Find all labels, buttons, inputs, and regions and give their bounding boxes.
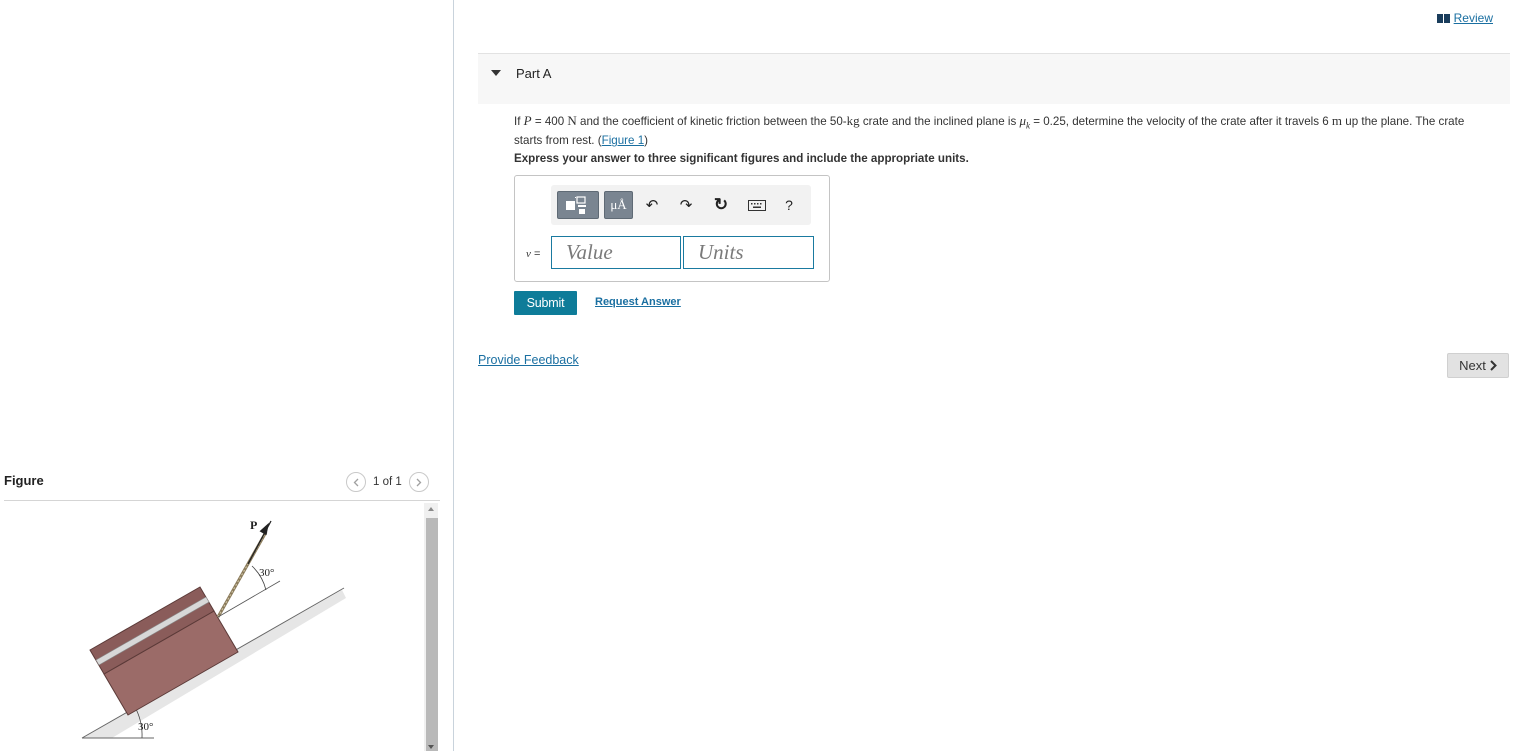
scroll-up-arrow-icon[interactable] (428, 507, 434, 511)
top-angle-label: 30° (259, 567, 274, 579)
answer-variable-label: v = (526, 248, 541, 260)
scroll-down-arrow-icon[interactable] (428, 745, 434, 749)
provide-feedback-link[interactable]: Provide Feedback (478, 353, 579, 367)
help-icon[interactable]: ? (781, 197, 797, 213)
submit-button[interactable]: Submit (514, 291, 577, 315)
figure-page-count: 1 of 1 (373, 476, 402, 488)
force-label: P (250, 518, 257, 532)
figure-scrollbar-thumb[interactable] (426, 518, 438, 751)
part-title: Part A (516, 66, 552, 81)
pane-divider[interactable] (453, 0, 454, 751)
templates-button[interactable] (557, 191, 599, 219)
bottom-angle-label: 30° (138, 721, 153, 733)
chevron-right-icon (1490, 360, 1497, 371)
instruction-text: Express your answer to three significant… (514, 152, 969, 165)
next-figure-button[interactable] (408, 472, 429, 492)
figure-1-link[interactable]: Figure 1 (602, 134, 645, 147)
problem-statement: If P = 400 N and the coefficient of kine… (514, 113, 1465, 148)
templates-icon (566, 196, 586, 214)
collapse-triangle-icon[interactable] (491, 70, 501, 76)
next-label: Next (1459, 358, 1486, 373)
chevron-right-icon (416, 478, 422, 486)
next-button[interactable]: Next (1447, 353, 1509, 378)
figure-divider (4, 500, 440, 501)
units-input[interactable]: Units (683, 236, 814, 269)
crate-incline-figure: P 30° 30° (81, 518, 346, 739)
math-toolbar: μÅ ↶ ↷ ↻ ? (551, 185, 811, 225)
chevron-left-icon (353, 478, 359, 486)
prev-figure-button[interactable] (346, 472, 366, 492)
part-a-header[interactable]: Part A (478, 54, 1510, 104)
figure-pager: 1 of 1 (346, 472, 429, 492)
redo-icon[interactable]: ↷ (678, 197, 694, 214)
units-button[interactable]: μÅ (604, 191, 633, 219)
review-link-container[interactable]: Review (1436, 11, 1493, 25)
request-answer-link[interactable]: Request Answer (595, 296, 681, 308)
reset-icon[interactable]: ↻ (713, 195, 729, 214)
book-icon (1436, 13, 1450, 23)
answer-box: μÅ ↶ ↷ ↻ ? v = Value Units (514, 175, 830, 282)
undo-icon[interactable]: ↶ (644, 197, 660, 214)
value-input[interactable]: Value (551, 236, 681, 269)
keyboard-shape (748, 199, 766, 211)
figure-title: Figure (4, 473, 44, 488)
review-link[interactable]: Review (1454, 11, 1493, 25)
keyboard-icon[interactable] (747, 197, 767, 213)
